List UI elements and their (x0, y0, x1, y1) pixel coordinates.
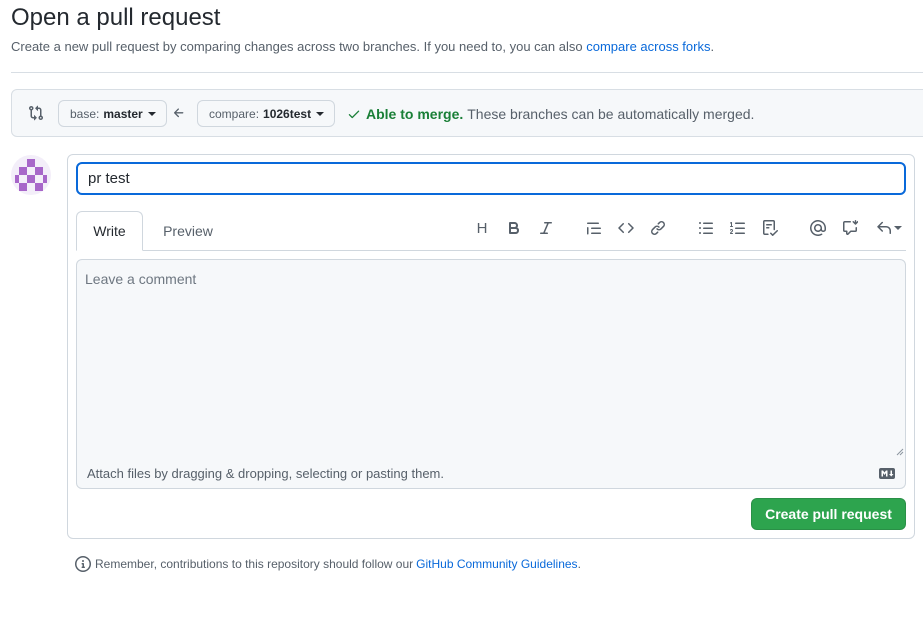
header-divider (11, 72, 923, 73)
resize-handle-icon[interactable] (896, 448, 904, 456)
caret-down-icon (147, 111, 156, 116)
compare-branch-name: 1026test (263, 106, 312, 121)
guidelines-text: Remember, contributions to this reposito… (95, 557, 414, 571)
numbered-list-icon[interactable] (727, 217, 749, 239)
base-branch-selector[interactable]: base: master (58, 100, 167, 127)
caret-down-icon (316, 111, 325, 116)
compare-forks-link[interactable]: compare across forks (586, 39, 710, 54)
base-label: base: (70, 106, 100, 121)
markdown-icon[interactable] (879, 468, 895, 479)
comment-textarea[interactable] (76, 259, 906, 459)
heading-icon[interactable]: H (471, 217, 493, 239)
reply-icon[interactable] (873, 217, 905, 239)
guidelines-note: Remember, contributions to this reposito… (75, 556, 581, 572)
bullet-list-icon[interactable] (695, 217, 717, 239)
caret-down-icon (894, 226, 902, 230)
subtitle-suffix: . (710, 39, 715, 54)
pull-request-title-input[interactable] (76, 162, 906, 195)
merge-status: Able to merge. These branches can be aut… (347, 106, 754, 122)
identicon (15, 159, 47, 191)
page-subtitle: Create a new pull request by comparing c… (11, 39, 714, 54)
attach-files-text: Attach files by dragging & dropping, sel… (87, 466, 444, 481)
avatar[interactable] (11, 155, 51, 195)
bold-icon[interactable] (503, 217, 525, 239)
page-title: Open a pull request (11, 4, 221, 31)
community-guidelines-link[interactable]: GitHub Community Guidelines (416, 557, 577, 571)
tab-preview[interactable]: Preview (150, 211, 226, 251)
merge-status-label: Able to merge. (366, 106, 464, 122)
quote-icon[interactable] (583, 217, 605, 239)
attach-files-bar[interactable]: Attach files by dragging & dropping, sel… (76, 458, 906, 489)
git-compare-icon (29, 105, 44, 121)
link-icon[interactable] (647, 217, 669, 239)
create-pull-request-button[interactable]: Create pull request (751, 498, 906, 530)
compare-branch-selector[interactable]: compare: 1026test (197, 100, 336, 127)
check-icon (348, 110, 360, 119)
subtitle-text: Create a new pull request by comparing c… (11, 39, 587, 54)
italic-icon[interactable] (535, 217, 557, 239)
task-list-icon[interactable] (759, 217, 781, 239)
merge-status-description: These branches can be automatically merg… (467, 106, 755, 122)
cross-reference-icon[interactable] (839, 217, 861, 239)
code-icon[interactable] (615, 217, 637, 239)
guidelines-suffix: . (577, 557, 581, 571)
info-icon (75, 556, 91, 572)
compare-label: compare: (209, 106, 260, 121)
compare-bar: base: master compare: 1026test Able to mer… (11, 89, 923, 137)
tab-write[interactable]: Write (76, 211, 143, 251)
arrow-left-icon (173, 108, 184, 118)
mention-icon[interactable] (807, 217, 829, 239)
base-branch-name: master (103, 106, 143, 121)
